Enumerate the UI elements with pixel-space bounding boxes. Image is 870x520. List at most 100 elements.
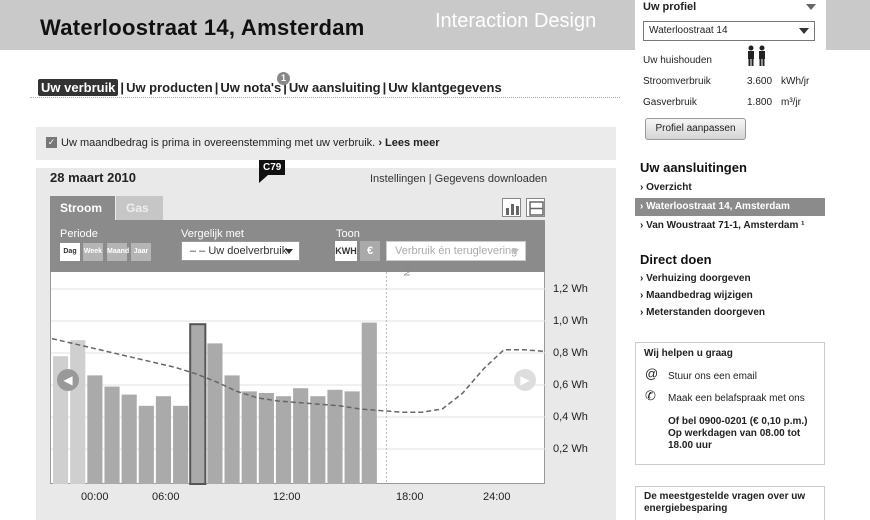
household-people-icon [745, 45, 769, 72]
maandbedrag-link[interactable]: › Maandbedrag wijzigen [640, 290, 753, 301]
toon-kwh-button[interactable]: KWH [335, 241, 357, 261]
vergelijk-value: – – Uw doelverbruik [190, 245, 288, 257]
call-link[interactable]: Maak een belafspraak met ons [668, 393, 805, 404]
chevron-down-icon [799, 28, 809, 34]
aansluiting-van-woustraat-link[interactable]: › Van Woustraat 71-1, Amsterdam ¹ [640, 220, 805, 231]
nav-separator: | [120, 80, 125, 95]
next-arrow-icon[interactable]: ▶ [514, 369, 536, 391]
stroomverbruik-value: 3.600 [747, 76, 773, 87]
x-tick-label: 06:00 [152, 491, 180, 503]
nav-uw-notas[interactable]: Uw nota's [220, 80, 281, 95]
chart-bar[interactable] [207, 343, 223, 484]
huishouden-label: Uw huishouden [643, 55, 712, 66]
watermark-label: Interaction Design [435, 10, 597, 32]
aansluiting-waterloostraat-link[interactable]: › Waterloostraat 14, Amsterdam [635, 198, 825, 216]
gasverbruik-value: 1.800 [747, 97, 773, 108]
verhuizing-link[interactable]: › Verhuizing doorgeven [640, 273, 751, 284]
toon-euro-button[interactable]: € [360, 241, 380, 261]
profiel-aanpassen-button[interactable]: Profiel aanpassen [645, 118, 746, 140]
nav-uw-verbruik[interactable]: Uw verbruik [38, 79, 119, 96]
links-separator: | [428, 173, 432, 185]
chart-bar[interactable] [104, 386, 120, 484]
settings-link[interactable]: Instellingen [370, 173, 426, 185]
notice-text: Uw maandbedrag is prima in overeenstemmi… [61, 137, 376, 149]
x-tick-label: 18:00 [396, 491, 424, 503]
gasverbruik-label: Gasverbruik [643, 97, 697, 108]
profile-title: Uw profiel [643, 1, 697, 13]
chart-bar[interactable] [361, 322, 377, 484]
chart-bar[interactable] [327, 389, 343, 484]
chart-bar[interactable] [275, 396, 292, 484]
direct-doen-heading: Direct doen [640, 252, 712, 267]
email-icon: @ [645, 366, 659, 381]
y-tick-label: 0,6 Wh [553, 379, 588, 391]
chart-bar[interactable] [241, 391, 257, 484]
periode-jaar-button[interactable]: Jaar [131, 243, 151, 261]
panel-links: Instellingen | Gegevens downloaden [370, 173, 547, 185]
chart-bar[interactable] [155, 396, 172, 484]
page-title: Waterloostraat 14, Amsterdam [40, 15, 365, 40]
profile-address-select[interactable]: Waterloostraat 14 [643, 21, 815, 41]
periode-maand-button[interactable]: Maand [107, 243, 129, 261]
main-nav: Uw verbruik | Uw producten | Uw nota's | Uw aa… [38, 79, 502, 96]
chart-bar[interactable] [293, 388, 309, 484]
table-view-icon[interactable] [526, 198, 545, 217]
stroomverbruik-label: Stroomverbruik [643, 76, 711, 87]
periode-label: Periode [60, 228, 98, 240]
nav-separator: | [214, 80, 219, 95]
x-tick-label: 12:00 [273, 491, 301, 503]
x-tick-label: 00:00 [81, 491, 109, 503]
opening-hours-line-2: 18.00 uur [668, 440, 712, 451]
stroomverbruik-unit: kWh/jr [781, 76, 810, 87]
faq-link[interactable]: De meestgestelde vragen over uw energieb… [644, 491, 819, 515]
nav-uw-aansluiting[interactable]: Uw aansluiting [289, 80, 381, 95]
chart-bar[interactable] [70, 340, 86, 484]
meterstanden-link[interactable]: › Meterstanden doorgeven [640, 307, 765, 318]
nav-separator: | [382, 80, 387, 95]
toon-select[interactable]: Verbruik én teruglevering [386, 241, 526, 261]
tab-gas[interactable]: Gas [116, 196, 163, 220]
chevron-down-icon [285, 249, 293, 254]
vergelijk-label: Vergelijk met [181, 228, 244, 240]
chart-bar[interactable] [344, 391, 360, 484]
nav-uw-klantgegevens[interactable]: Uw klantgegevens [388, 80, 501, 95]
phone-number: Of bel 0900-0201 (€ 0,10 p.m.) [668, 416, 808, 427]
nav-divider [30, 97, 620, 98]
help-title: Wij helpen u graag [644, 348, 733, 359]
chart-bar[interactable] [310, 396, 326, 484]
chart-bar[interactable] [189, 323, 207, 486]
marker-label: C79 [259, 160, 286, 183]
chart-bar[interactable] [121, 394, 137, 484]
y-tick-label: 0,8 Wh [553, 347, 588, 359]
chart-bar[interactable] [224, 375, 240, 484]
vergelijk-select[interactable]: – – Uw doelverbruik [181, 241, 300, 261]
chart-bar[interactable] [87, 375, 103, 484]
nav-uw-producten[interactable]: Uw producten [126, 80, 213, 95]
chevron-down-icon [511, 249, 519, 254]
previous-arrow-icon[interactable]: ◀ [57, 369, 79, 391]
collapse-triangle-icon[interactable] [806, 4, 816, 10]
x-tick-label: 24:00 [483, 491, 511, 503]
phone-icon: ✆ [645, 388, 656, 403]
now-label: Nu [403, 265, 412, 276]
notice-bar: ✓ Uw maandbedrag is prima in overeenstem… [36, 127, 616, 160]
chart-bar[interactable] [138, 405, 154, 484]
chart-bar[interactable] [173, 405, 189, 484]
y-tick-label: 0,2 Wh [553, 443, 588, 455]
download-link[interactable]: Gegevens downloaden [435, 173, 548, 185]
profile-address-value: Waterloostraat 14 [649, 25, 728, 36]
periode-dag-button[interactable]: Dag [60, 243, 80, 261]
periode-week-button[interactable]: Week [83, 243, 103, 261]
panel-date: 28 maart 2010 [50, 170, 137, 185]
y-tick-label: 1,2 Wh [553, 283, 588, 295]
aansluiting-overzicht-link[interactable]: › Overzicht [640, 182, 692, 193]
bar-chart-view-icon[interactable] [502, 198, 521, 217]
toon-label: Toon [336, 228, 360, 240]
notification-badge: 1 [277, 72, 290, 85]
gasverbruik-unit: m³/jr [781, 97, 801, 108]
aansluitingen-heading: Uw aansluitingen [640, 160, 747, 175]
lees-meer-link[interactable]: Lees meer [385, 137, 439, 149]
email-link[interactable]: Stuur ons een email [668, 371, 757, 382]
tab-stroom[interactable]: Stroom [50, 196, 115, 220]
chart-bar[interactable] [258, 393, 274, 484]
